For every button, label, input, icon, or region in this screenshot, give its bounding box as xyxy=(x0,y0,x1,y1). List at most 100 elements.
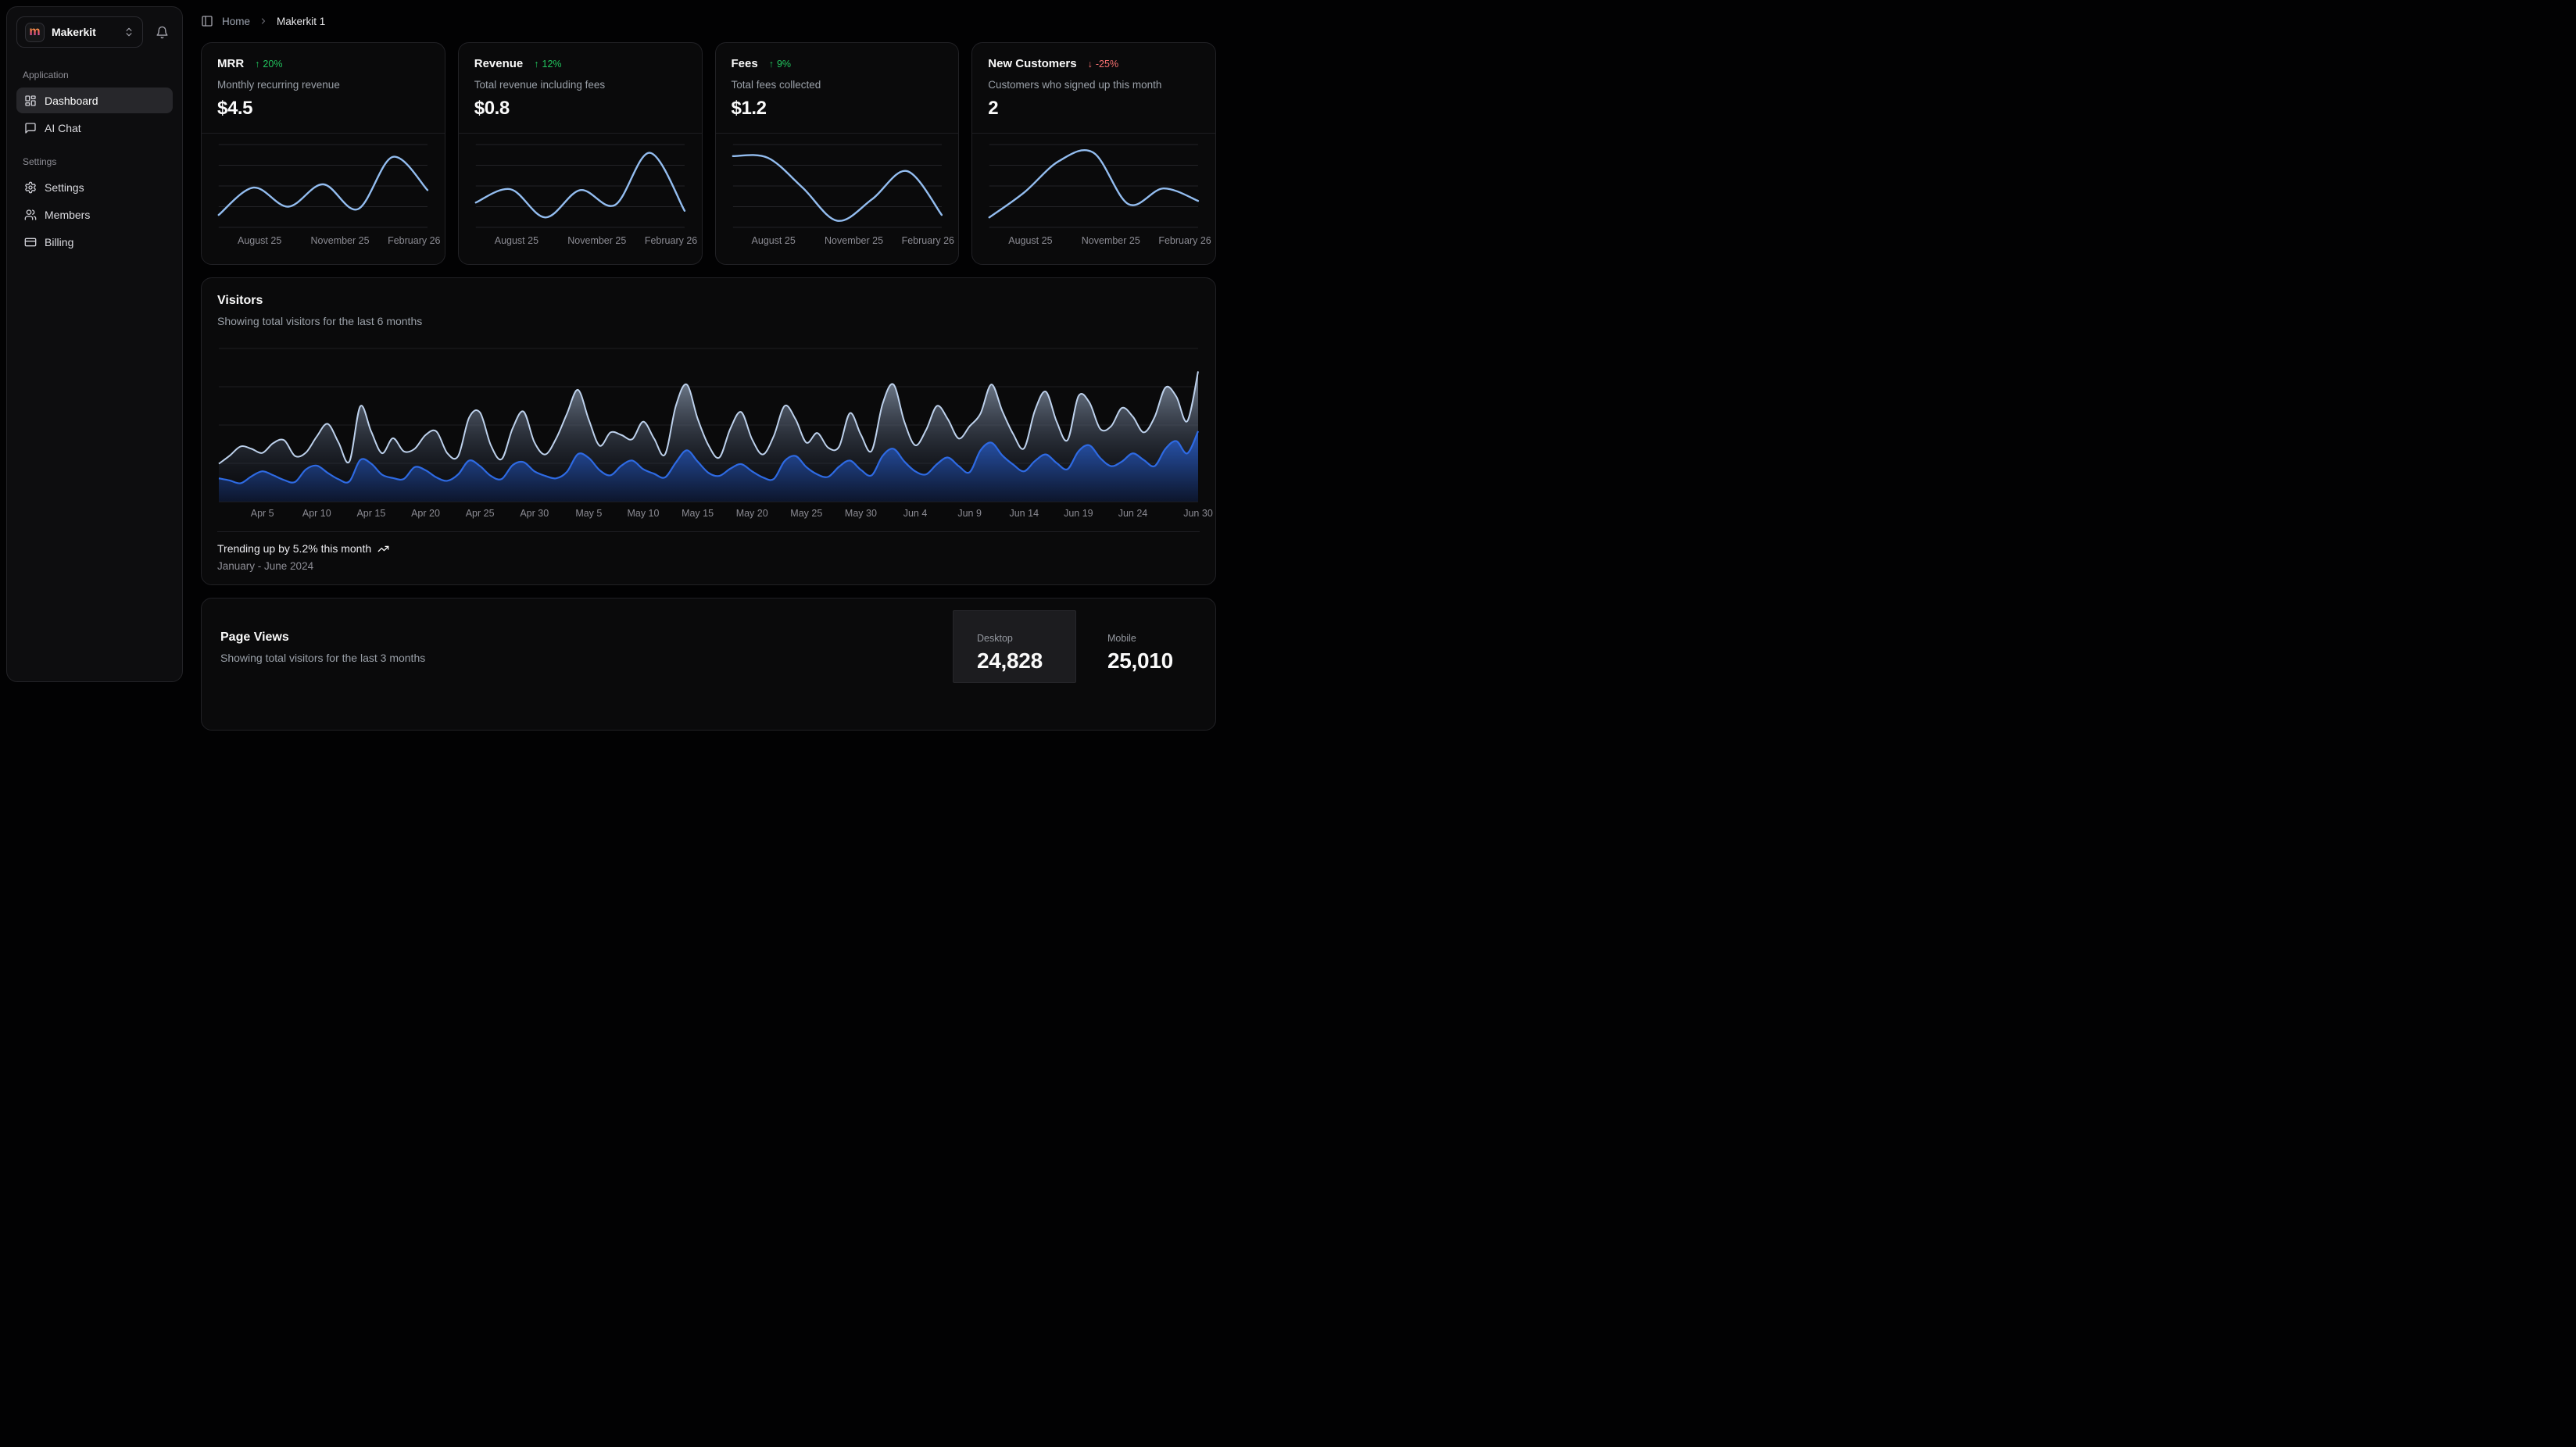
card-value: $1.2 xyxy=(732,98,943,120)
card-description: Total fees collected xyxy=(732,79,943,91)
visitors-subtitle: Showing total visitors for the last 6 mo… xyxy=(217,315,1200,327)
x-axis-tick: May 5 xyxy=(575,508,602,519)
x-axis: August 25 November 25 February 26 xyxy=(474,235,686,248)
toggle-label: Mobile xyxy=(1107,633,1208,644)
x-axis-tick: November 25 xyxy=(567,235,626,246)
page-views-title: Page Views xyxy=(220,631,425,645)
members-icon xyxy=(24,209,37,221)
x-axis-tick: February 26 xyxy=(1158,235,1211,246)
sidebar-toggle-button[interactable] xyxy=(201,15,213,27)
panel-left-icon xyxy=(201,15,213,27)
trend-up-arrow-icon: ↑ xyxy=(534,59,538,70)
desktop-count: 24,828 xyxy=(977,648,1075,673)
trend-badge: ↑12% xyxy=(534,59,561,70)
x-axis: August 25 November 25 February 26 xyxy=(988,235,1200,248)
page-views-toggles: Desktop 24,828 Mobile 25,010 xyxy=(953,610,1208,730)
sidebar-item-members[interactable]: Members xyxy=(16,202,173,227)
x-axis-tick: November 25 xyxy=(825,235,883,246)
sidebar-item-label: Billing xyxy=(45,236,73,248)
trend-badge: ↓-25% xyxy=(1088,59,1118,70)
mobile-toggle-button[interactable]: Mobile 25,010 xyxy=(1084,610,1208,683)
card-value: $0.8 xyxy=(474,98,686,120)
x-axis-tick: August 25 xyxy=(1008,235,1052,246)
visitors-area-chart xyxy=(217,341,1200,503)
stat-cards-row: MRR ↑20% Monthly recurring revenue $4.5 … xyxy=(201,42,1216,265)
x-axis-tick: August 25 xyxy=(238,235,281,246)
mrr-sparkline-chart xyxy=(217,137,429,229)
makerkit-logo: m xyxy=(25,23,45,42)
visitors-trend-text: Trending up by 5.2% this month xyxy=(217,542,371,555)
fees-sparkline-chart xyxy=(732,137,943,229)
revenue-card: Revenue ↑12% Total revenue including fee… xyxy=(458,42,703,265)
x-axis: August 25 November 25 February 26 xyxy=(732,235,943,248)
x-axis-tick: Jun 9 xyxy=(957,508,982,519)
card-title: Fees xyxy=(732,57,758,70)
sidebar-item-billing[interactable]: Billing xyxy=(16,229,173,255)
card-value: $4.5 xyxy=(217,98,429,120)
breadcrumb: Home Makerkit 1 xyxy=(201,13,1216,29)
divider xyxy=(459,133,702,134)
visitors-title: Visitors xyxy=(217,294,1200,308)
card-description: Total revenue including fees xyxy=(474,79,686,91)
trending-up-icon xyxy=(377,543,389,555)
x-axis-tick: May 25 xyxy=(790,508,822,519)
bell-icon xyxy=(156,26,169,39)
x-axis: August 25 November 25 February 26 xyxy=(217,235,429,248)
visitors-card: Visitors Showing total visitors for the … xyxy=(201,277,1216,585)
breadcrumb-home-link[interactable]: Home xyxy=(222,16,250,27)
sidebar-item-label: Dashboard xyxy=(45,95,98,107)
sidebar: m Makerkit Application Dashboard AI Chat xyxy=(6,6,183,682)
mrr-card: MRR ↑20% Monthly recurring revenue $4.5 … xyxy=(201,42,445,265)
trend-badge: ↑9% xyxy=(769,59,791,70)
notifications-button[interactable] xyxy=(151,21,173,43)
sidebar-item-label: Settings xyxy=(45,181,84,194)
divider xyxy=(202,133,445,134)
main-content: Home Makerkit 1 MRR ↑20% Monthly recurri… xyxy=(201,0,1216,731)
x-axis-tick: February 26 xyxy=(645,235,697,246)
x-axis-tick: August 25 xyxy=(495,235,538,246)
mobile-count: 25,010 xyxy=(1107,648,1208,673)
credit-card-icon xyxy=(24,236,37,248)
trend-up-arrow-icon: ↑ xyxy=(255,59,259,70)
new-customers-sparkline-chart xyxy=(988,137,1200,229)
desktop-toggle-button[interactable]: Desktop 24,828 xyxy=(953,610,1076,683)
x-axis-tick: Apr 5 xyxy=(251,508,274,519)
fees-card: Fees ↑9% Total fees collected $1.2 Augus… xyxy=(715,42,960,265)
chevron-right-icon xyxy=(259,16,268,26)
workspace-selector[interactable]: m Makerkit xyxy=(16,16,143,48)
sidebar-item-ai-chat[interactable]: AI Chat xyxy=(16,115,173,141)
page-views-subtitle: Showing total visitors for the last 3 mo… xyxy=(220,652,425,664)
breadcrumb-current: Makerkit 1 xyxy=(277,16,325,27)
x-axis-tick: August 25 xyxy=(751,235,795,246)
x-axis-tick: Apr 30 xyxy=(520,508,549,519)
x-axis-tick: November 25 xyxy=(1082,235,1140,246)
visitors-footer: Trending up by 5.2% this month January -… xyxy=(217,531,1200,572)
nav-section-label: Application xyxy=(16,70,173,80)
chevrons-up-down-icon xyxy=(123,27,134,38)
toggle-label: Desktop xyxy=(977,633,1075,644)
trend-down-arrow-icon: ↓ xyxy=(1088,59,1093,70)
x-axis-tick: May 20 xyxy=(736,508,768,519)
visitors-date-range: January - June 2024 xyxy=(217,560,1200,572)
x-axis-tick: Jun 24 xyxy=(1118,508,1148,519)
sidebar-item-dashboard[interactable]: Dashboard xyxy=(16,88,173,113)
sidebar-item-settings[interactable]: Settings xyxy=(16,174,173,200)
card-value: 2 xyxy=(988,98,1200,120)
x-axis-tick: Jun 30 xyxy=(1183,508,1213,519)
card-title: New Customers xyxy=(988,57,1076,70)
x-axis-tick: Apr 15 xyxy=(356,508,385,519)
x-axis-tick: February 26 xyxy=(388,235,440,246)
dashboard-icon xyxy=(24,95,37,107)
visitors-x-axis: Apr 5Apr 10Apr 15Apr 20Apr 25Apr 30May 5… xyxy=(217,508,1200,522)
chat-icon xyxy=(24,122,37,134)
divider xyxy=(716,133,959,134)
x-axis-tick: Apr 10 xyxy=(302,508,331,519)
sidebar-item-label: Members xyxy=(45,209,90,221)
card-title: Revenue xyxy=(474,57,524,70)
x-axis-tick: Apr 25 xyxy=(466,508,495,519)
card-description: Monthly recurring revenue xyxy=(217,79,429,91)
x-axis-tick: Jun 19 xyxy=(1064,508,1093,519)
sidebar-item-label: AI Chat xyxy=(45,122,81,134)
x-axis-tick: Jun 4 xyxy=(903,508,928,519)
revenue-sparkline-chart xyxy=(474,137,686,229)
